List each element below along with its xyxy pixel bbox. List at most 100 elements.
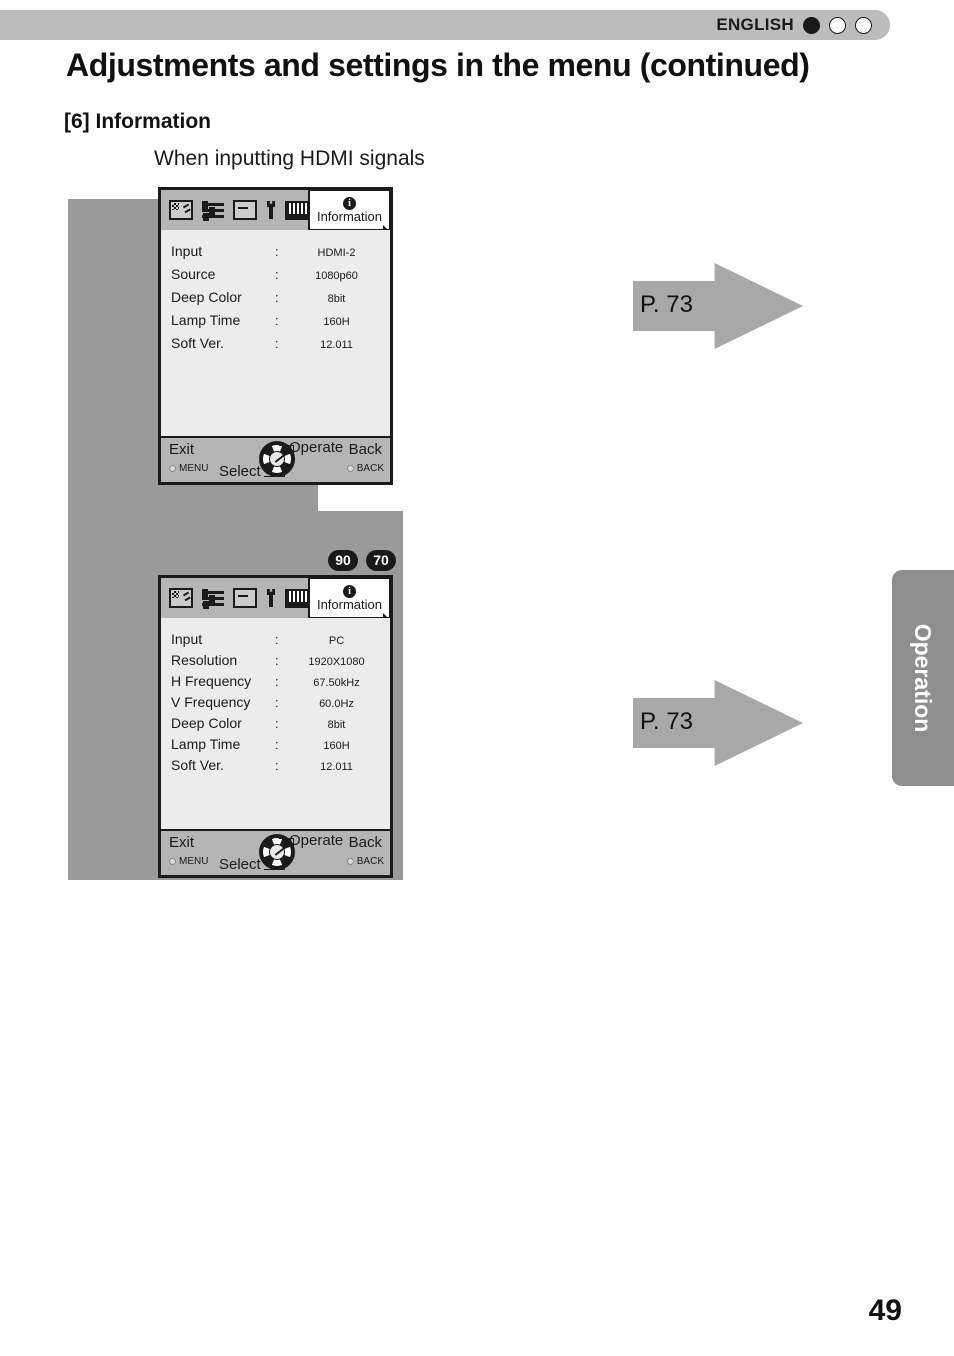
osd-row: Soft Ver. : 12.011 (161, 335, 390, 358)
row-label: Soft Ver. (171, 335, 224, 351)
osd-footer-pc: Exit MENU Select Operate Back BACK (161, 829, 390, 875)
back-button-dot-icon (346, 858, 354, 865)
row-value: 67.50kHz (313, 677, 360, 689)
language-label: ENGLISH (716, 15, 794, 34)
row-colon: : (275, 674, 279, 689)
keyboard-icon[interactable] (285, 200, 310, 220)
footer-back-label: Back (348, 441, 382, 458)
picture-icon[interactable] (169, 200, 193, 220)
side-tab-operation: Operation (892, 570, 954, 786)
row-value: 12.011 (320, 761, 353, 773)
footer-select-label: Select (219, 856, 261, 873)
sliders-icon[interactable] (202, 200, 224, 221)
footer-back-button-label: BACK (356, 856, 384, 867)
osd-row: V Frequency : 60.0Hz (161, 694, 390, 715)
footer-menu-button[interactable]: MENU (169, 463, 208, 474)
row-label: Input (171, 631, 203, 647)
osd-footer-hdmi: Exit MENU Select Operate Back BACK (161, 436, 390, 482)
row-label: Lamp Time (171, 312, 241, 328)
osd-tabbar-hdmi: i Information (161, 189, 392, 234)
osd-row: Source : 1080p60 (161, 266, 390, 289)
subhead-hdmi: When inputting HDMI signals (154, 147, 425, 170)
osd-row: Lamp Time : 160H (161, 736, 390, 757)
footer-exit-label: Exit (169, 834, 195, 851)
row-colon: : (275, 267, 279, 282)
row-label: H Frequency (171, 673, 252, 689)
model-badge-70: 70 (366, 550, 396, 571)
osd-body-hdmi: Input : HDMI-2 Source : 1080p60 Deep Col… (161, 230, 390, 436)
row-colon: : (275, 313, 279, 328)
row-colon: : (275, 336, 279, 351)
row-colon: : (275, 737, 279, 752)
page-reference-label-hdmi: P. 73 (640, 291, 693, 318)
osd-row: Soft Ver. : 12.011 (161, 757, 390, 778)
osd-row: Deep Color : 8bit (161, 289, 390, 312)
row-label: Resolution (171, 652, 238, 668)
osd-row: Lamp Time : 160H (161, 312, 390, 335)
footer-menu-label: MENU (179, 856, 209, 867)
row-value: 12.011 (320, 339, 353, 351)
picture-icon[interactable] (169, 588, 193, 608)
osd-row: Resolution : 1920X1080 (161, 652, 390, 673)
row-colon: : (275, 758, 279, 773)
row-value: 160H (323, 316, 350, 328)
footer-back-label: Back (348, 834, 382, 851)
model-badge-90: 90 (328, 550, 358, 571)
row-value: 8bit (327, 719, 346, 731)
footer-back-button[interactable]: BACK (346, 856, 384, 867)
footer-menu-button[interactable]: MENU (169, 856, 208, 867)
osd-panel-hdmi: i Information Input : HDMI-2 Source : 10… (158, 187, 393, 485)
osd-row: H Frequency : 67.50kHz (161, 673, 390, 694)
row-label: Soft Ver. (171, 757, 224, 773)
tab-information-label: Information (316, 208, 383, 224)
keyboard-icon[interactable] (285, 588, 310, 608)
row-label: Input (171, 243, 203, 259)
row-colon: : (275, 695, 279, 710)
sliders-icon[interactable] (202, 588, 224, 609)
footer-back-button[interactable]: BACK (346, 463, 384, 474)
row-colon: : (275, 716, 279, 731)
row-value: 60.0Hz (319, 698, 354, 710)
row-value: PC (328, 635, 345, 647)
footer-exit-label: Exit (169, 441, 195, 458)
tab-information-pc[interactable]: i Information (308, 577, 392, 622)
wrench-icon[interactable] (266, 201, 276, 219)
page-title: Adjustments and settings in the menu (co… (66, 47, 810, 83)
screen-icon[interactable] (233, 588, 257, 608)
back-button-dot-icon (346, 465, 354, 472)
footer-operate-label: Operate (289, 439, 344, 456)
row-value: HDMI-2 (317, 247, 356, 259)
language-indicator-2 (829, 16, 846, 34)
footer-select-label: Select (219, 463, 261, 480)
screen-icon[interactable] (233, 200, 257, 220)
row-colon: : (275, 632, 279, 647)
select-leader-line (264, 468, 285, 477)
tab-information-hdmi[interactable]: i Information (308, 189, 392, 234)
footer-menu-label: MENU (179, 463, 209, 474)
info-icon: i (343, 196, 356, 210)
row-label: Lamp Time (171, 736, 241, 752)
language-indicator-1 (803, 16, 820, 34)
osd-body-pc: Input : PC Resolution : 1920X1080 H Freq… (161, 618, 390, 829)
osd-tabbar-pc: i Information (161, 577, 392, 622)
header-language-group: ENGLISH (716, 10, 872, 40)
osd-tab-icons-hdmi (169, 200, 310, 221)
menu-button-dot-icon (169, 465, 176, 472)
osd-rows-pc: Input : PC Resolution : 1920X1080 H Freq… (161, 618, 390, 778)
header-bar: ENGLISH (0, 10, 890, 40)
row-value: 8bit (327, 293, 346, 305)
info-icon: i (343, 584, 356, 598)
row-label: Deep Color (171, 289, 242, 305)
row-value: 160H (323, 740, 350, 752)
row-colon: : (275, 290, 279, 305)
wrench-icon[interactable] (266, 589, 276, 607)
menu-button-dot-icon (169, 858, 176, 865)
language-indicator-3 (855, 16, 872, 34)
page-number: 49 (868, 1294, 902, 1327)
osd-row: Input : HDMI-2 (161, 243, 390, 266)
side-tab-label: Operation (910, 623, 937, 733)
section-title: [6] Information (64, 110, 211, 133)
model-badges: 90 70 (328, 550, 396, 571)
row-colon: : (275, 244, 279, 259)
footer-operate-label: Operate (289, 832, 344, 849)
